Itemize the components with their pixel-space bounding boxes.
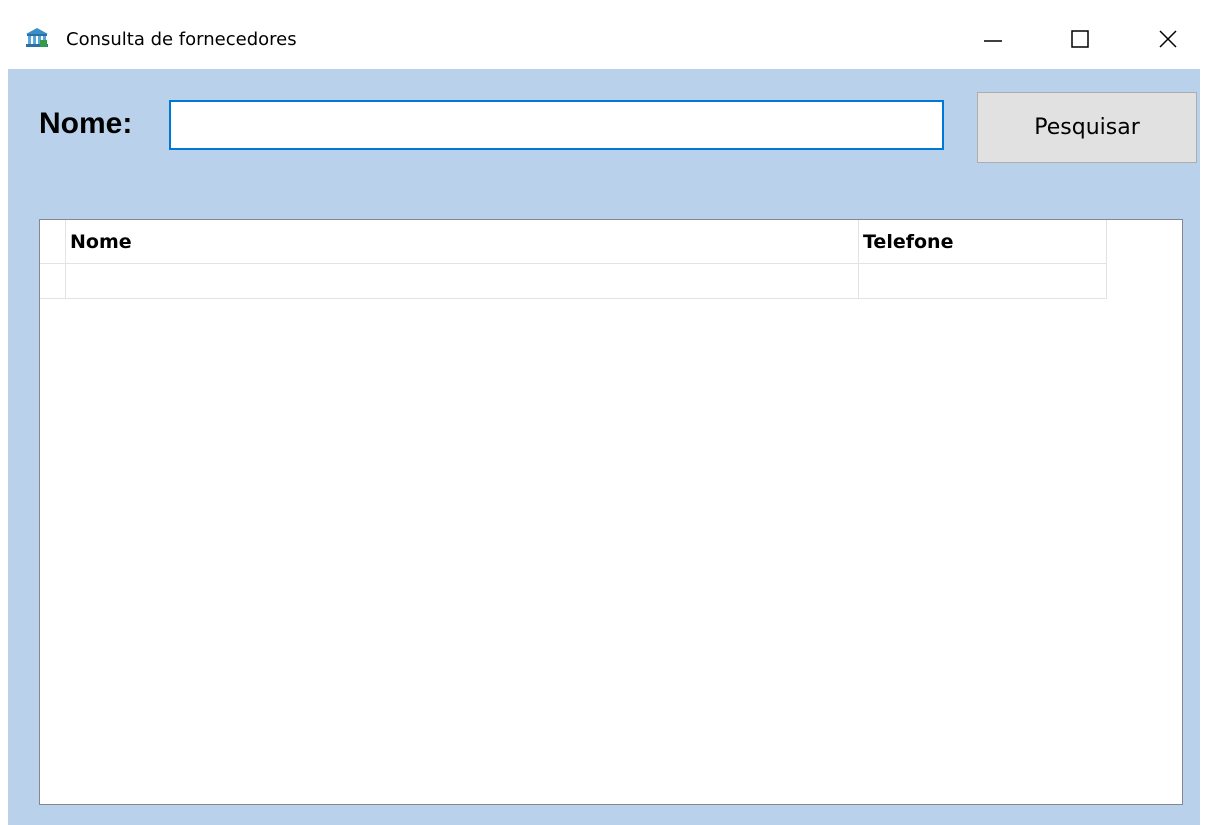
row-header-corner[interactable] [40,220,66,264]
building-icon [25,27,49,49]
search-button[interactable]: Pesquisar [977,92,1197,163]
client-area: Nome: Pesquisar Nome Telefone [8,69,1200,825]
nome-search-input[interactable] [169,100,944,150]
grid-header-row: Nome Telefone [40,220,1107,264]
title-bar[interactable]: Consulta de fornecedores [0,0,1208,69]
minimize-button[interactable] [963,16,1023,62]
column-header-telefone[interactable]: Telefone [859,220,1107,264]
app-window: Consulta de fornecedores Nome: Pesquisar [0,0,1208,825]
window-title: Consulta de fornecedores [66,29,297,50]
close-button[interactable] [1138,16,1198,62]
cell-nome[interactable] [66,264,859,299]
column-header-nome[interactable]: Nome [66,220,859,264]
cell-telefone[interactable] [859,264,1107,299]
maximize-icon [1071,30,1089,48]
row-header[interactable] [40,264,66,299]
nome-label: Nome: [39,107,133,140]
results-grid[interactable]: Nome Telefone [39,219,1183,805]
maximize-button[interactable] [1050,16,1110,62]
close-icon [1159,30,1177,48]
table-row[interactable] [40,264,1107,299]
minimize-icon [984,40,1002,42]
